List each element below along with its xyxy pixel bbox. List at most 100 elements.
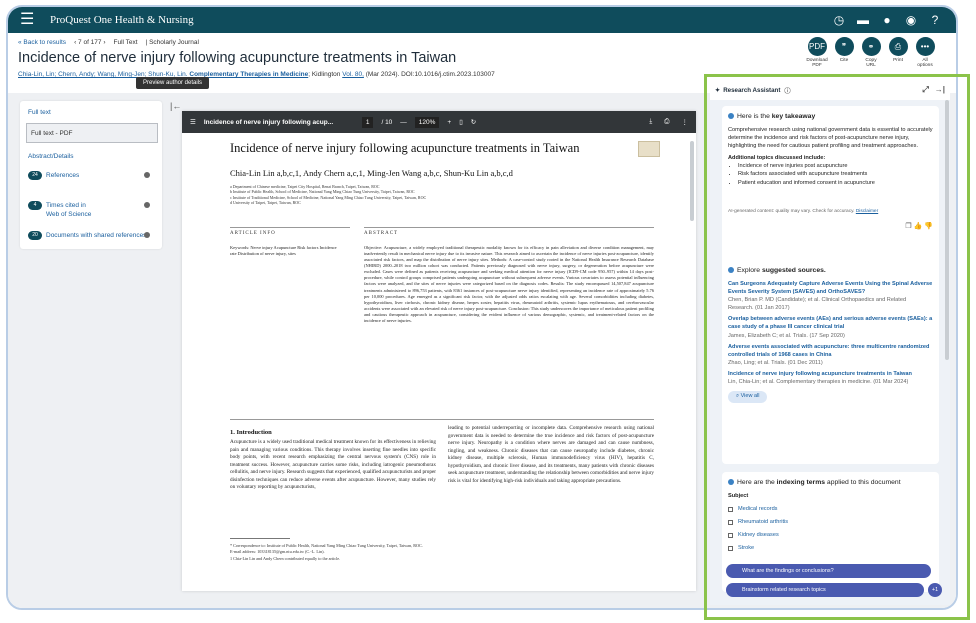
suggested-sources-card: Explore suggested sources. Can Surgeons … xyxy=(722,260,939,464)
app-title[interactable]: ProQuest One Health & Nursing xyxy=(50,14,194,26)
nav-times-cited[interactable]: 4 Times cited in Web of Science xyxy=(28,201,156,219)
references-count: 24 xyxy=(28,171,42,180)
more-vert-icon[interactable]: ⋮ xyxy=(682,118,689,126)
link-icon: ⚭ xyxy=(861,37,881,56)
source-link[interactable]: Can Surgeons Adequately Capture Adverse … xyxy=(728,280,933,296)
place: ; Kidlington xyxy=(308,71,341,78)
divider xyxy=(364,227,654,228)
zoom-level[interactable]: 120% xyxy=(414,116,440,128)
print-button[interactable]: ⎙ Print xyxy=(887,37,909,69)
times-cited-label: Times cited in xyxy=(46,202,86,210)
checkbox[interactable] xyxy=(728,545,733,551)
shared-refs-label: Documents with shared references xyxy=(46,232,147,240)
term-label: Kidney diseases xyxy=(738,532,779,539)
checkbox[interactable] xyxy=(728,519,733,525)
footnotes: * Correspondence to: Institute of Public… xyxy=(230,543,550,562)
info-icon[interactable]: ⓘ xyxy=(784,86,790,95)
indexing-heading: Here are the indexing terms applied to t… xyxy=(728,478,933,488)
web-of-science-link[interactable]: Web of Science xyxy=(46,211,91,218)
nav-abstract[interactable]: Abstract/Details xyxy=(28,153,74,160)
footnote-divider xyxy=(230,538,290,539)
print-icon[interactable]: ⎙ xyxy=(664,118,669,126)
disclaimer-link[interactable]: Disclaimer xyxy=(856,209,878,214)
close-panel-icon[interactable]: →| xyxy=(935,85,945,95)
times-cited-count: 4 xyxy=(28,201,42,210)
info-icon[interactable] xyxy=(144,202,150,208)
copy-icon[interactable]: ❐ xyxy=(905,223,911,230)
action-label: All options xyxy=(917,58,933,69)
collapse-panel-icon[interactable]: |← xyxy=(170,101,181,111)
idx-bold: indexing terms xyxy=(776,479,826,486)
copy-url-button[interactable]: ⚭ Copy URL xyxy=(860,37,882,69)
nav-fulltext[interactable]: Full text xyxy=(28,109,51,116)
view-all-button[interactable]: ⌕ View all xyxy=(728,391,768,404)
paper-authors: Chia-Lin Lin a,b,c,1, Andy Chern a,c,1, … xyxy=(230,168,513,178)
brainstorm-prompt-button[interactable]: Brainstorm related research topics xyxy=(726,583,924,597)
assistant-scrollbar[interactable] xyxy=(945,100,949,360)
source-link[interactable]: Adverse events associated with acupunctu… xyxy=(728,343,933,359)
left-nav: Full text Full text - PDF Abstract/Detai… xyxy=(20,101,162,249)
subject-heading: Subject xyxy=(728,492,749,499)
thumbs-up-icon[interactable]: 👍 xyxy=(914,223,923,230)
key-takeaway-heading: Here is the key takeaway xyxy=(728,112,933,122)
back-to-results-link[interactable]: « Back to results xyxy=(18,39,66,46)
nav-references[interactable]: 24 References xyxy=(28,171,156,180)
pdf-icon: PDF xyxy=(807,37,827,56)
expand-icon[interactable]: ⤢ xyxy=(922,85,928,95)
checkbox[interactable] xyxy=(728,532,733,538)
term-checkbox[interactable]: Medical records xyxy=(728,505,933,513)
nav-shared-refs[interactable]: 20 Documents with shared references xyxy=(28,231,156,240)
intro-heading: 1. Introduction xyxy=(230,429,272,436)
source-byline: Lin, Chia-Lin; et al. Complementary ther… xyxy=(728,379,909,386)
topic-item: Patient education and informed consent i… xyxy=(738,179,933,187)
assistant-header: ✦ Research Assistant ⓘ ⤢ →| xyxy=(710,80,950,100)
term-checkbox[interactable]: Rheumatoid arthritis xyxy=(728,518,933,526)
nav-fulltext-pdf[interactable]: Full text - PDF xyxy=(26,123,158,143)
user-icon[interactable]: ● xyxy=(880,13,894,27)
language-icon[interactable]: ◉ xyxy=(904,13,918,27)
menu-icon[interactable]: ☰ xyxy=(190,118,196,126)
page-input[interactable]: 1 xyxy=(361,116,374,128)
more-prompts-button[interactable]: +1 xyxy=(928,583,942,597)
menu-icon[interactable]: ☰ xyxy=(20,12,38,28)
info-icon[interactable] xyxy=(144,232,150,238)
volume-link[interactable]: Vol. 80, xyxy=(342,71,364,78)
cite-button[interactable]: ❞ Cite xyxy=(833,37,855,69)
rotate-icon[interactable]: ↻ xyxy=(471,118,476,126)
author-tooltip: Preview author details xyxy=(136,77,210,89)
help-icon[interactable]: ? xyxy=(928,13,942,27)
topic-item: Incidence of nerve injuries post acupunc… xyxy=(738,162,933,170)
term-checkbox[interactable]: Stroke xyxy=(728,544,933,552)
pdf-doc-title: Incidence of nerve injury following acup… xyxy=(203,118,334,126)
source-link[interactable]: Incidence of nerve injury following acup… xyxy=(728,370,933,378)
history-icon[interactable]: ◷ xyxy=(832,13,846,27)
pdf-toolbar: ☰ Incidence of nerve injury following ac… xyxy=(182,111,696,133)
download-icon[interactable]: ⤓ xyxy=(649,118,652,126)
result-pager[interactable]: ‹ 7 of 177 › xyxy=(74,39,105,46)
term-label: Medical records xyxy=(738,505,778,512)
zoom-out-icon[interactable]: — xyxy=(400,119,407,126)
fit-page-icon[interactable]: ▯ xyxy=(459,118,463,126)
kt-pre: Here is the xyxy=(737,113,772,120)
all-options-button[interactable]: ••• All options xyxy=(914,37,936,69)
affiliations: a Department of Chinese medicine, Taipei… xyxy=(222,184,696,206)
footnote: 1 Chia-Lin Lin and Andy Chern contribute… xyxy=(230,555,341,561)
top-bar: ☰ ProQuest One Health & Nursing ◷ ▬ ● ◉ … xyxy=(8,7,956,33)
source-link[interactable]: Overlap between adverse events (AEs) and… xyxy=(728,315,933,331)
key-takeaway-card: Here is the key takeaway Comprehensive r… xyxy=(722,106,939,270)
download-pdf-button[interactable]: PDF Download PDF xyxy=(806,37,828,69)
ai-icon xyxy=(728,113,734,120)
action-label: Cite xyxy=(839,58,849,63)
folder-icon[interactable]: ▬ xyxy=(856,13,870,27)
info-icon[interactable] xyxy=(144,172,150,178)
quote-icon: ❞ xyxy=(834,37,854,56)
zoom-in-icon[interactable]: + xyxy=(447,119,451,126)
pdf-scrollbar[interactable] xyxy=(690,141,694,221)
action-label: Print xyxy=(893,58,903,63)
term-checkbox[interactable]: Kidney diseases xyxy=(728,531,933,539)
checkbox[interactable] xyxy=(728,506,733,512)
term-label: Rheumatoid arthritis xyxy=(738,519,789,526)
findings-prompt-button[interactable]: What are the findings or conclusions? xyxy=(726,564,931,578)
paper-title: Incidence of nerve injury following acup… xyxy=(230,141,580,155)
thumbs-down-icon[interactable]: 👎 xyxy=(924,223,933,230)
